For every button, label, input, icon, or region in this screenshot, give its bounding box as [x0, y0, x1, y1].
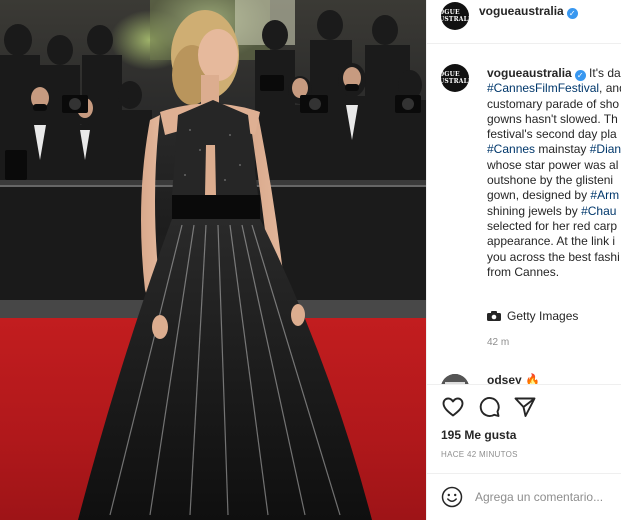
caption-line: you across the best fashi: [487, 249, 620, 264]
hashtag-link[interactable]: #Chau: [581, 204, 616, 218]
commenter-avatar[interactable]: [441, 374, 469, 384]
caption-line-text: shining jewels by: [487, 203, 582, 218]
caption-line: gown, designed by #Arm: [487, 188, 621, 203]
caption-line: #CannesFilmFestival, and: [487, 81, 621, 96]
caption-line-text: It's da: [589, 66, 621, 80]
caption-author-avatar[interactable]: VOGUE AUSTRALIA: [441, 64, 469, 92]
caption-username[interactable]: vogueaustralia: [487, 66, 572, 80]
caption-line: #Cannes mainstay #Dian: [487, 142, 621, 157]
caption-timestamp[interactable]: 42 m: [487, 337, 509, 348]
avatar-logo-text: VOGUE AUSTRALIA: [441, 9, 469, 23]
username-text[interactable]: vogueaustralia: [479, 4, 564, 18]
caption-line: selected for her red carp: [487, 218, 618, 233]
like-count[interactable]: 195 Me gusta: [441, 428, 516, 442]
hashtag-link[interactable]: #Arm: [590, 188, 619, 202]
comment-bubble-icon[interactable]: [477, 395, 501, 419]
caption-line-text: , and: [599, 81, 621, 96]
caption-line: shining jewels by #Chau: [487, 204, 621, 219]
fire-emoji-icon: 🔥: [525, 373, 540, 384]
emoji-picker-icon[interactable]: [441, 486, 463, 508]
caption-line-text: mainstay: [535, 142, 590, 157]
like-heart-icon[interactable]: [441, 395, 465, 419]
comments-scroll-area[interactable]: VOGUE AUSTRALIA vogueaustralia✓ It's da …: [427, 54, 621, 384]
post-photo[interactable]: [0, 0, 426, 520]
verified-badge-icon: ✓: [566, 8, 578, 19]
caption-line: appearance. At the link i: [487, 234, 616, 249]
commenter-avatar-image: [441, 374, 469, 384]
caption-verified-badge-icon: ✓: [574, 70, 586, 81]
hashtag-link[interactable]: #CannesFilmFestival: [487, 81, 599, 95]
account-username[interactable]: vogueaustralia ✓: [479, 4, 578, 19]
comment-input[interactable]: [475, 487, 615, 507]
caption-line-first: vogueaustralia ✓ It's da: [487, 66, 621, 81]
camera-icon: [487, 311, 501, 321]
caption-line: whose star power was al: [487, 157, 619, 172]
add-comment-bar: [427, 473, 621, 521]
post-header: VOGUE AUSTRALIA vogueaustralia✓: [427, 0, 621, 44]
post-actions: 195 Me gusta HACE 42 MINUTOS: [427, 384, 621, 520]
post-side-panel: VOGUE AUSTRALIA vogueaustralia✓ VOGUE AU…: [426, 0, 621, 520]
caption-line-text: gown, designed by: [487, 188, 591, 203]
photo-credit: Getty Images: [487, 309, 578, 323]
hashtag-link[interactable]: #Dian: [590, 142, 621, 156]
caption-line: gowns hasn't slowed. Th: [487, 111, 618, 126]
share-send-icon[interactable]: [513, 395, 537, 419]
photo-credit-text: Getty Images: [507, 309, 579, 323]
commenter-username[interactable]: odsey 🔥: [487, 373, 540, 384]
account-avatar[interactable]: VOGUE AUSTRALIA: [441, 2, 469, 30]
hashtag-link[interactable]: #Cannes: [487, 142, 535, 156]
post-caption: vogueaustralia ✓ It's da #CannesFilmFesti…: [487, 66, 621, 280]
caption-line: outshone by the glisteni: [487, 173, 614, 188]
caption-line: customary parade of sho: [487, 96, 620, 111]
caption-line: from Cannes.: [487, 264, 560, 279]
woman-in-black-gown: [78, 10, 372, 520]
post-age: HACE 42 MINUTOS: [441, 450, 518, 459]
caption-line: festival's second day pla: [487, 127, 617, 142]
commenter-username-text[interactable]: odsey: [487, 373, 522, 384]
caption-avatar-logo-text: VOGUE AUSTRALIA: [441, 71, 469, 85]
